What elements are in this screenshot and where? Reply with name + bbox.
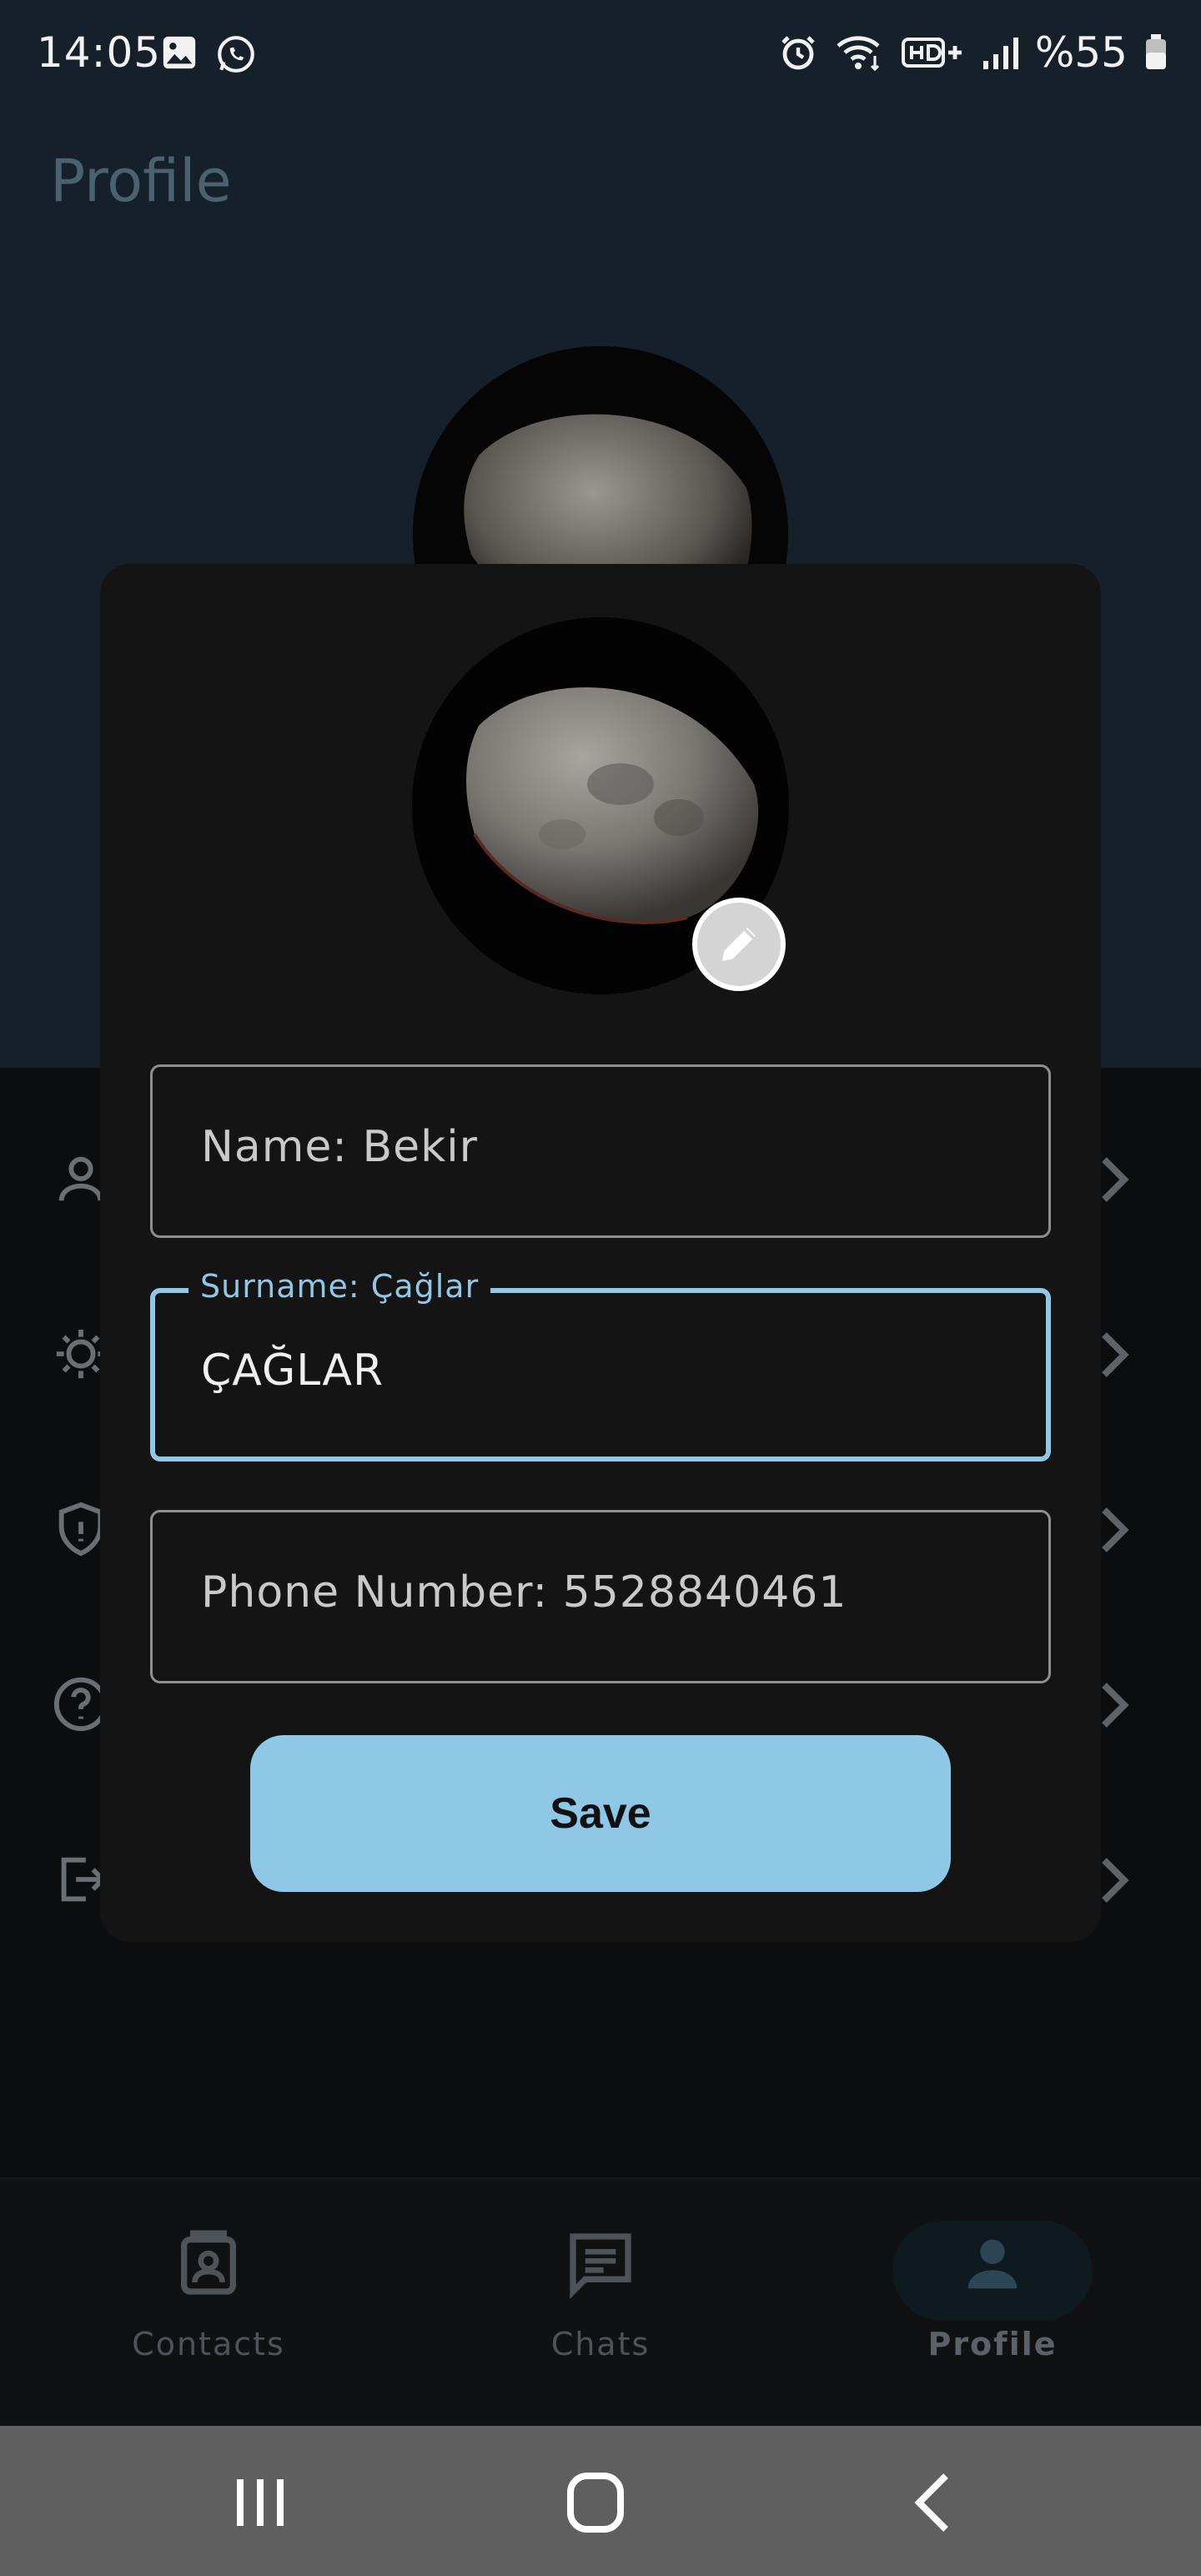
gallery-icon (163, 36, 196, 69)
chevron-right-icon[interactable] (1098, 1855, 1131, 1905)
profile-icon (967, 2239, 1018, 2289)
alarm-icon (781, 36, 815, 70)
surname-field-label: Surname: Çağlar (188, 1268, 491, 1305)
chevron-right-icon[interactable] (1098, 1680, 1131, 1730)
page-title: Profile (50, 147, 232, 215)
status-time: 14:05 (37, 28, 162, 77)
phone-number-field[interactable]: Phone Number: 5528840461 (150, 1510, 1051, 1683)
signal-icon (982, 38, 1018, 69)
save-button[interactable]: Save (250, 1735, 951, 1892)
phone-number-field-value: Phone Number: 5528840461 (201, 1567, 847, 1618)
hd-voice-icon (901, 38, 962, 68)
home-icon[interactable] (559, 2469, 634, 2536)
recents-icon[interactable] (224, 2469, 299, 2536)
tab-label: Profile (927, 2326, 1058, 2362)
name-field-value: Name: Bekir (201, 1122, 479, 1172)
surname-field[interactable]: Surname: Çağlar ÇAĞLAR (150, 1268, 1051, 1462)
contacts-icon (181, 2230, 236, 2295)
surname-field-value: ÇAĞLAR (201, 1346, 384, 1396)
chevron-right-icon[interactable] (1098, 1155, 1131, 1205)
tab-contacts[interactable]: Contacts (83, 2227, 334, 2362)
chevron-right-icon[interactable] (1098, 1505, 1131, 1555)
tab-profile[interactable]: Profile (867, 2227, 1118, 2362)
battery-icon (1146, 34, 1166, 69)
status-bar: 14:05 %55 (0, 0, 1201, 108)
chat-icon (570, 2233, 631, 2299)
tab-label: Chats (550, 2326, 651, 2362)
battery-percentage: %55 (1034, 28, 1128, 77)
wifi-icon (837, 36, 880, 72)
tab-label: Contacts (132, 2326, 285, 2362)
name-field[interactable]: Name: Bekir (150, 1064, 1051, 1238)
tab-chats[interactable]: Chats (475, 2227, 726, 2362)
pencil-icon (722, 928, 756, 961)
whatsapp-icon (218, 36, 254, 73)
edit-avatar-button[interactable] (692, 898, 786, 991)
edit-profile-dialog: Name: Bekir Surname: Çağlar ÇAĞLAR Phone… (100, 564, 1101, 1942)
chevron-right-icon[interactable] (1098, 1330, 1131, 1380)
back-icon[interactable] (896, 2469, 971, 2536)
